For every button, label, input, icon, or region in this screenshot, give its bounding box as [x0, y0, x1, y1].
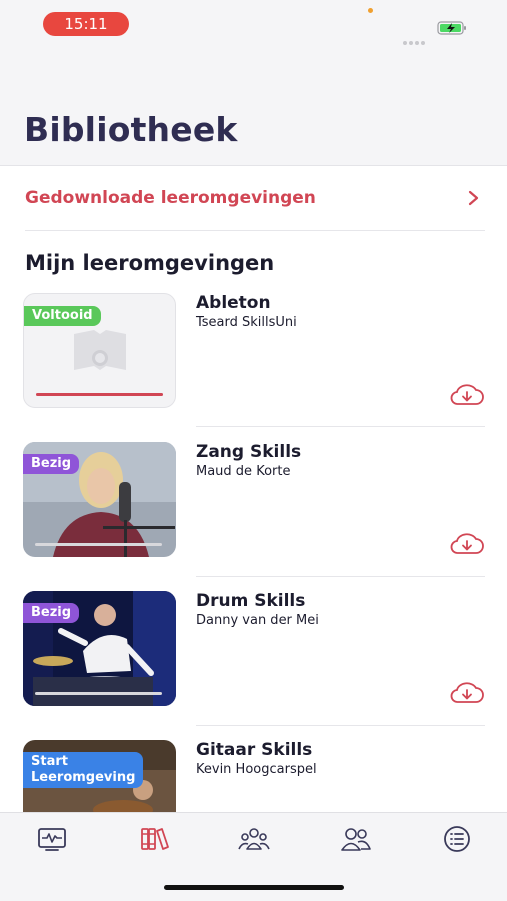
cloud-download-icon[interactable] — [449, 681, 485, 705]
chevron-right-icon — [468, 190, 479, 206]
course-author: Tseard SkillsUni — [196, 315, 297, 330]
page-title: Bibliotheek — [24, 110, 238, 149]
course-title: Drum Skills — [196, 591, 306, 611]
divider — [196, 426, 485, 427]
battery-icon — [437, 21, 466, 35]
status-time: 15:11 — [43, 12, 129, 36]
status-bar: 15:11 — [0, 0, 507, 48]
list-icon[interactable] — [441, 825, 473, 853]
camera-indicator — [368, 8, 373, 13]
progress-fill — [36, 393, 163, 396]
library-icon[interactable] — [138, 825, 170, 853]
cloud-download-icon[interactable] — [449, 383, 485, 407]
course-author: Kevin Hoogcarspel — [196, 762, 317, 777]
divider — [196, 576, 485, 577]
header: Bibliotheek — [0, 48, 507, 166]
activity-icon[interactable] — [36, 825, 68, 853]
status-badge: Start Leeromgeving — [23, 752, 144, 788]
course-author: Maud de Korte — [196, 464, 291, 479]
section-title: Mijn leeromgevingen — [25, 251, 275, 275]
downloaded-environments-row[interactable]: Gedownloade leeromgevingen — [0, 166, 507, 230]
certificate-placeholder-icon — [74, 330, 126, 370]
course-title: Zang Skills — [196, 442, 302, 462]
status-badge: Bezig — [23, 454, 80, 474]
course-author: Danny van der Mei — [196, 613, 319, 628]
group-icon[interactable] — [238, 825, 270, 853]
course-thumbnail: Start Leeromgeving — [23, 740, 176, 812]
cloud-download-icon[interactable] — [449, 532, 485, 556]
signal-icon — [403, 30, 429, 45]
home-indicator — [164, 885, 344, 890]
status-badge: Bezig — [23, 603, 80, 623]
downloaded-environments-label: Gedownloade leeromgevingen — [25, 188, 316, 208]
course-title: Ableton — [196, 293, 271, 313]
progress-bar — [35, 543, 162, 546]
course-item-gitaar-skills[interactable]: Start Leeromgeving Gitaar Skills Kevin H… — [0, 740, 507, 812]
status-badge: Voltooid — [24, 306, 101, 326]
course-thumbnail: Bezig — [23, 442, 176, 557]
course-item-drum-skills[interactable]: Bezig Drum Skills Danny van der Mei — [0, 591, 507, 741]
badge-line: Start — [31, 754, 68, 769]
people-icon[interactable] — [340, 825, 372, 853]
badge-line: Leeromgeving — [31, 770, 136, 785]
course-thumbnail: Voltooid — [23, 293, 176, 408]
course-title: Gitaar Skills — [196, 740, 313, 760]
divider — [25, 230, 485, 231]
progress-bar — [35, 692, 162, 695]
divider — [196, 725, 485, 726]
course-item-zang-skills[interactable]: Bezig Zang Skills Maud de Korte — [0, 442, 507, 592]
progress-bar — [36, 393, 163, 396]
course-thumbnail: Bezig — [23, 591, 176, 706]
course-item-ableton[interactable]: Voltooid Ableton Tseard SkillsUni — [0, 293, 507, 443]
